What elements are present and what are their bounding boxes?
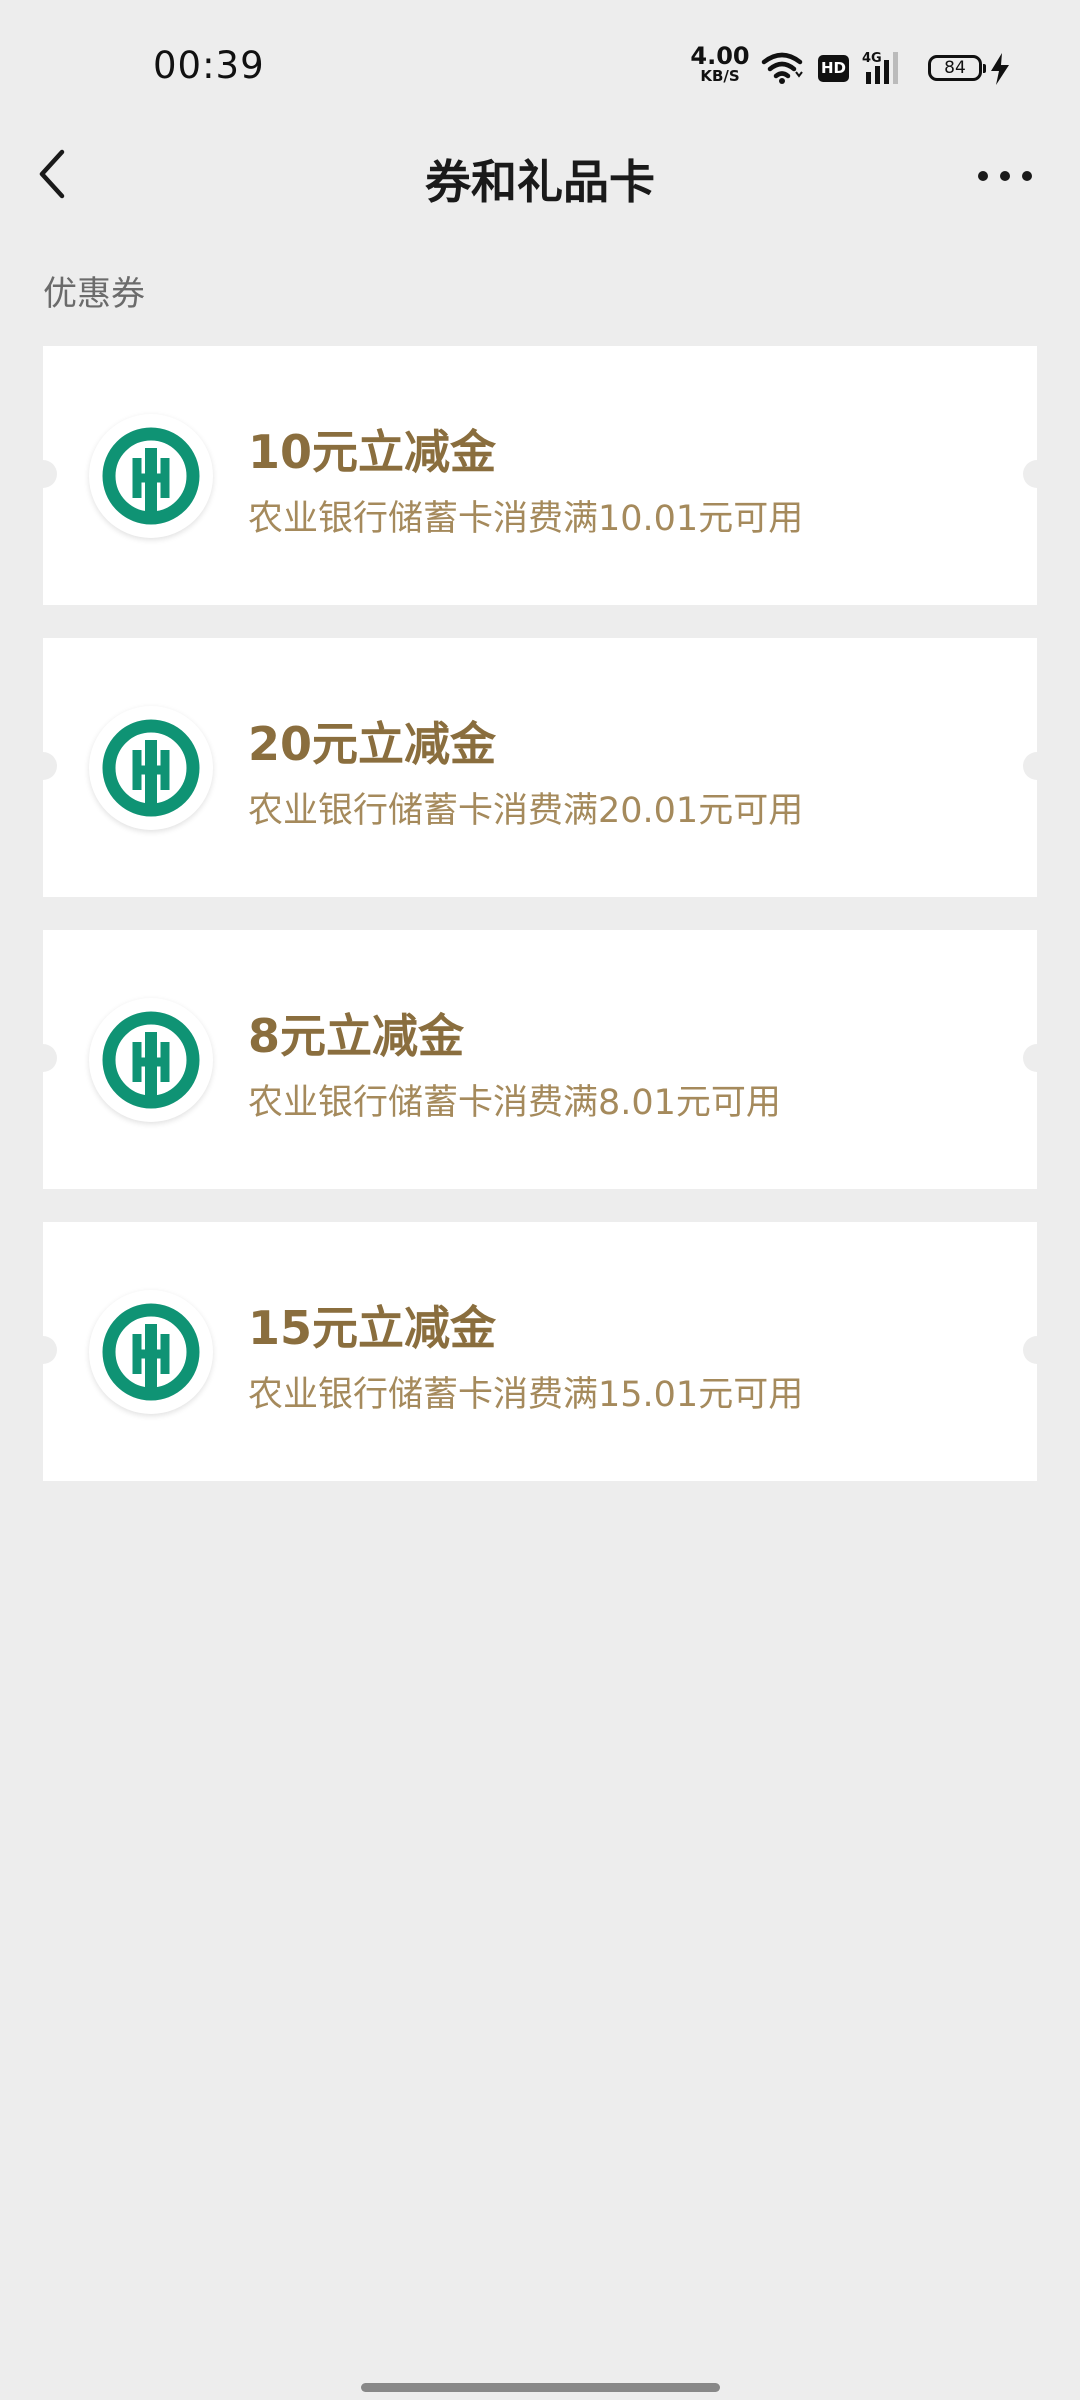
abc-bank-logo-icon	[89, 1290, 213, 1414]
section-label-coupons: 优惠券	[43, 274, 145, 314]
coupon-list: 10元立减金 农业银行储蓄卡消费满10.01元可用 20元立减金 农业银行储蓄卡…	[29, 346, 1051, 1514]
coupon-card[interactable]: 20元立减金 农业银行储蓄卡消费满20.01元可用	[29, 638, 1051, 897]
abc-bank-logo-icon	[89, 706, 213, 830]
coupon-card[interactable]: 10元立减金 农业银行储蓄卡消费满10.01元可用	[29, 346, 1051, 605]
coupon-card[interactable]: 15元立减金 农业银行储蓄卡消费满15.01元可用	[29, 1222, 1051, 1481]
status-bar: 00:39 4.00 KB/S HD 4G 84	[0, 0, 1080, 136]
navigation-bar: 券和礼品卡	[0, 136, 1080, 216]
battery-level: 84	[944, 58, 966, 78]
status-time: 00:39	[153, 44, 265, 87]
page-title: 券和礼品卡	[425, 155, 655, 209]
hd-badge: HD	[818, 55, 849, 82]
cellular-signal-icon: 4G	[862, 51, 898, 84]
battery-icon: 84	[928, 55, 986, 81]
home-indicator[interactable]	[361, 2383, 720, 2392]
more-dots-icon	[978, 171, 988, 181]
coupon-title: 8元立减金	[248, 1009, 465, 1063]
coupon-description: 农业银行储蓄卡消费满20.01元可用	[248, 791, 804, 831]
coupon-description: 农业银行储蓄卡消费满15.01元可用	[248, 1375, 804, 1415]
wifi-icon	[761, 52, 803, 84]
coupon-title: 20元立减金	[248, 717, 497, 771]
abc-bank-logo-icon	[89, 414, 213, 538]
abc-bank-logo-icon	[89, 998, 213, 1122]
network-speed-unit: KB/S	[700, 67, 740, 85]
charging-bolt-icon	[991, 53, 1009, 85]
coupon-title: 15元立减金	[248, 1301, 497, 1355]
coupon-card[interactable]: 8元立减金 农业银行储蓄卡消费满8.01元可用	[29, 930, 1051, 1189]
network-speed-value: 4.00	[690, 42, 750, 70]
more-dots-icon-dot	[1022, 171, 1032, 181]
network-type-label: 4G	[862, 51, 882, 66]
coupon-description: 农业银行储蓄卡消费满10.01元可用	[248, 499, 804, 539]
more-options-button[interactable]	[975, 158, 1035, 194]
coupon-description: 农业银行储蓄卡消费满8.01元可用	[248, 1083, 781, 1123]
network-speed: 4.00 KB/S	[690, 44, 750, 84]
more-dots-icon-dot	[1000, 171, 1010, 181]
coupon-title: 10元立减金	[248, 425, 497, 479]
